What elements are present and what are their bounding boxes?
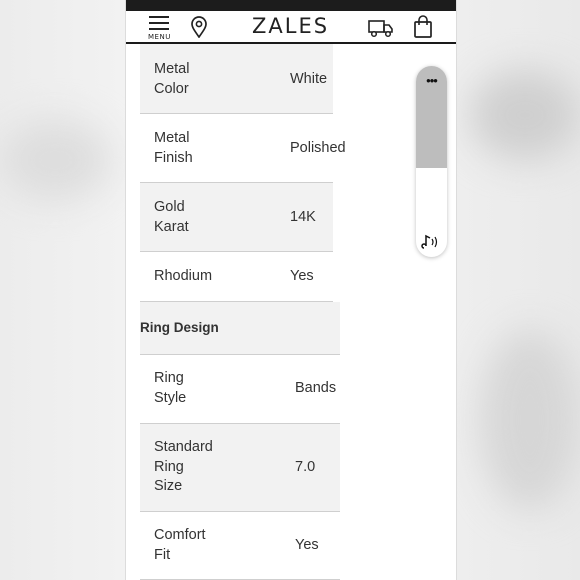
status-bar [126, 0, 456, 11]
site-header: MENU ZALES [126, 11, 456, 44]
spec-label: Metal Finish [154, 130, 193, 166]
spec-row-metal-color: Metal Color White [140, 44, 333, 114]
spec-row-gold-karat: Gold Karat 14K [140, 183, 333, 252]
spec-value: White [290, 71, 328, 87]
spec-label: Comfort Fit [154, 527, 206, 563]
spec-value: 14K [290, 209, 316, 225]
spec-row-metal-finish: Metal Finish Polished [140, 114, 346, 183]
spec-value: Yes [295, 537, 319, 553]
spec-label: Rhodium [154, 268, 213, 284]
spec-label: Ring Style [154, 370, 187, 406]
shopping-bag-icon [414, 15, 432, 38]
background-blur [470, 70, 580, 160]
spec-label: Metal Color [154, 61, 190, 97]
spec-value: Yes [290, 268, 314, 284]
menu-label: MENU [148, 33, 171, 41]
spec-row-rhodium: Rhodium Yes [140, 252, 333, 302]
spec-label: Standard Ring Size [154, 439, 213, 494]
section-header-ring-design: Ring Design [140, 302, 340, 355]
section-title: Ring Design [140, 320, 219, 335]
shopping-bag-button[interactable] [413, 15, 433, 39]
spec-row-standard-ring-size: Standard Ring Size 7.0 [140, 424, 340, 512]
background-blur [0, 120, 110, 200]
floating-volume-widget[interactable]: ••• [416, 66, 447, 257]
location-pin-icon [191, 16, 207, 39]
zales-logo[interactable]: ZALES [252, 14, 329, 38]
spec-row-ring-style: Ring Style Bands [140, 355, 340, 424]
spec-value: Bands [295, 380, 337, 396]
background-blur [480, 330, 580, 510]
spec-value: 7.0 [295, 459, 316, 475]
more-options-icon[interactable]: ••• [416, 74, 447, 88]
store-locator-button[interactable] [190, 16, 208, 39]
sound-icon[interactable] [421, 234, 443, 250]
phone-screen: MENU ZALES Metal Color White Metal Finis… [125, 0, 457, 580]
spec-row-comfort-fit: Comfort Fit Yes [140, 512, 340, 580]
spec-value: Polished [290, 140, 346, 156]
delivery-button[interactable] [368, 17, 394, 39]
spec-label: Gold Karat [154, 199, 189, 235]
truck-icon [368, 20, 393, 38]
